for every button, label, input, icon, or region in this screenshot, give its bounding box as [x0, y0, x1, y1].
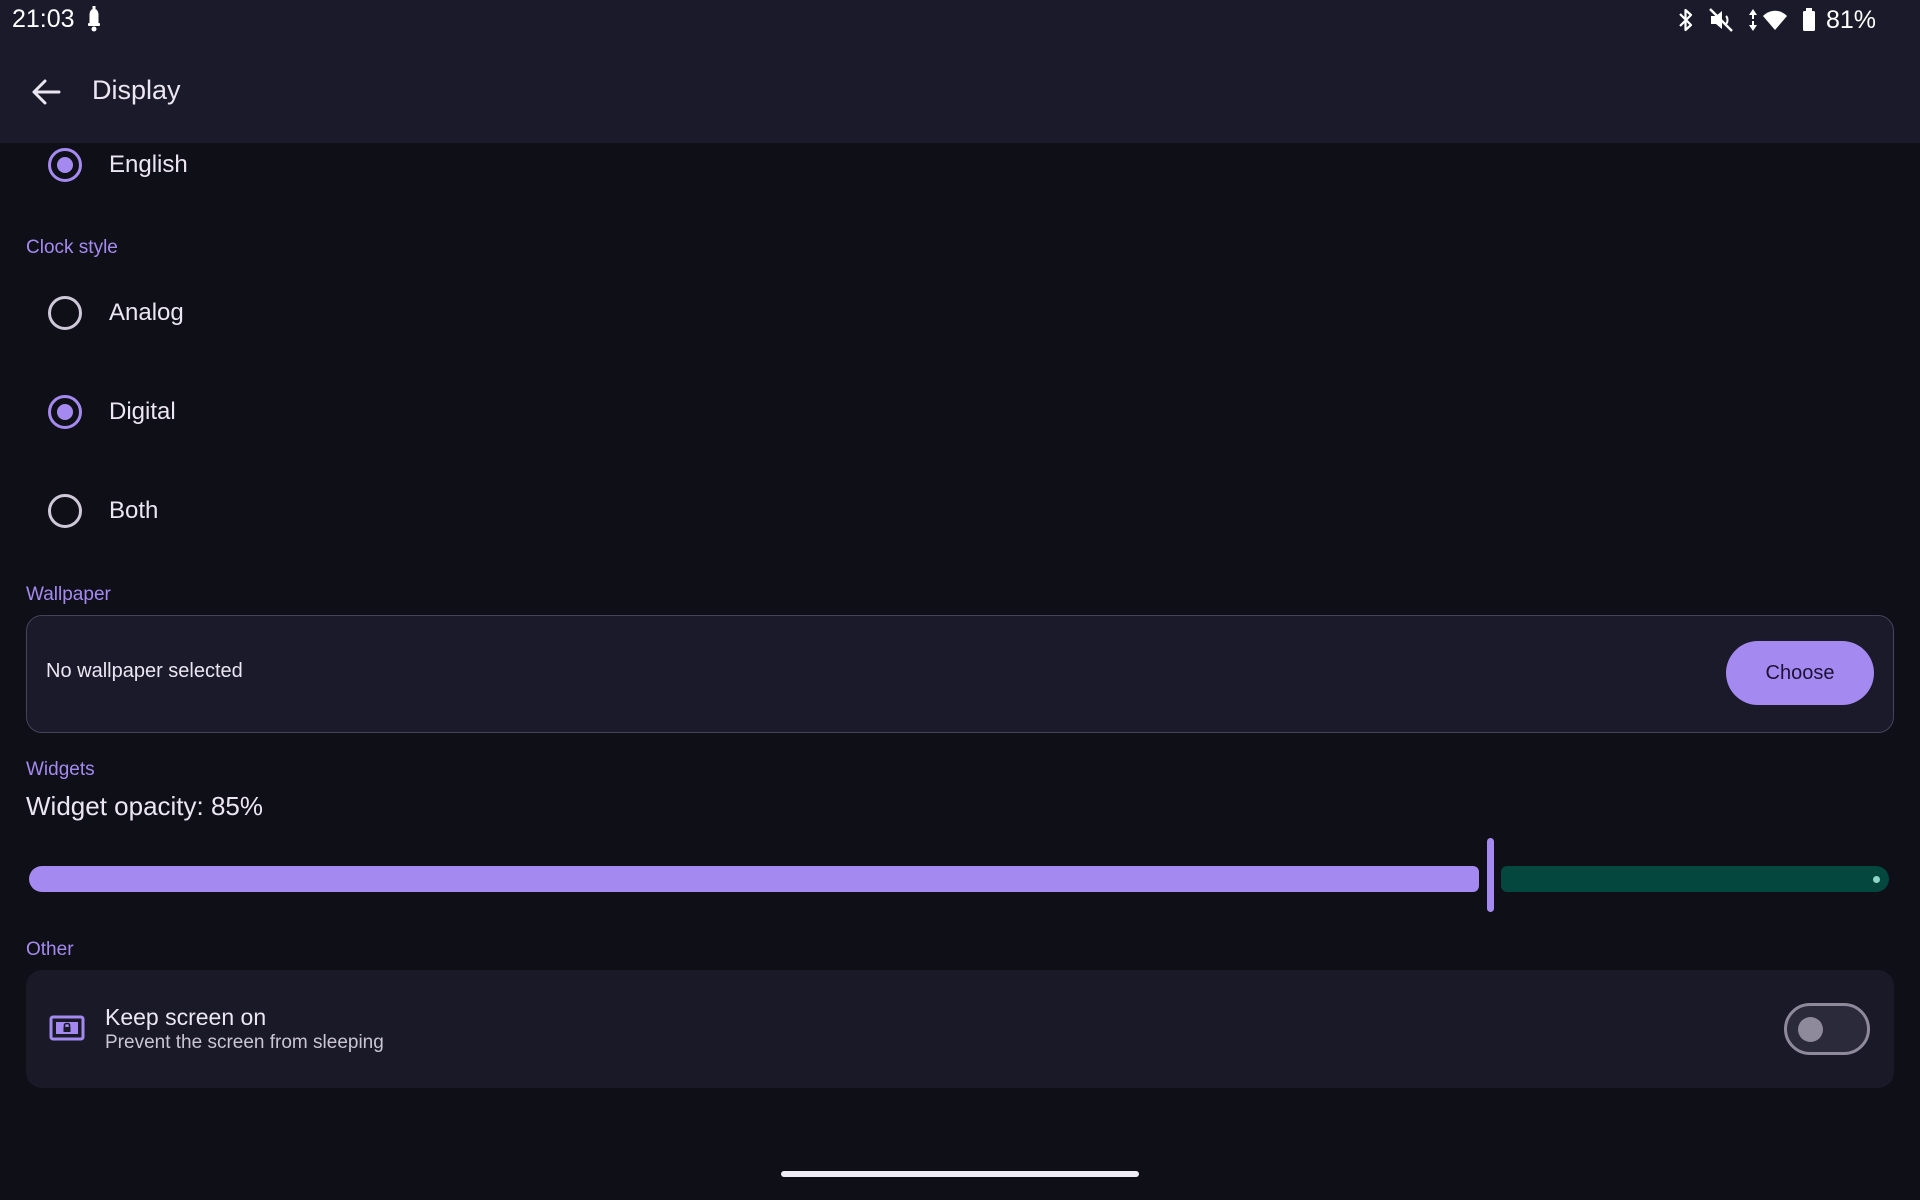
arrow-back-icon — [32, 79, 61, 105]
radio-label: English — [109, 151, 188, 178]
back-button[interactable] — [18, 70, 74, 114]
mute-icon — [1709, 8, 1733, 32]
radio-label: Both — [109, 497, 159, 524]
wallpaper-card: No wallpaper selected Choose — [26, 615, 1894, 733]
slider-inactive-track — [1501, 866, 1889, 892]
section-header-widgets: Widgets — [26, 759, 95, 780]
clock-option-both[interactable]: Both — [26, 476, 1896, 546]
status-time: 21:03 — [12, 5, 75, 33]
settings-content: English Clock style Analog Digital Both … — [0, 143, 1920, 1200]
wallpaper-status: No wallpaper selected — [46, 660, 243, 682]
keep-screen-on-card[interactable]: Keep screen on Prevent the screen from s… — [26, 970, 1894, 1088]
battery-percent: 81% — [1825, 5, 1876, 34]
section-header-wallpaper: Wallpaper — [26, 584, 111, 605]
top-bar: 21:03 81% Display — [0, 0, 1920, 143]
section-header-other: Other — [26, 939, 74, 960]
radio-button[interactable] — [26, 476, 104, 546]
app-bar: Display — [0, 40, 1920, 143]
status-bar: 21:03 81% — [0, 0, 1920, 40]
keep-screen-on-toggle[interactable] — [1784, 1003, 1870, 1055]
widget-opacity-label: Widget opacity: 85% — [26, 791, 264, 821]
radio-label: Analog — [109, 299, 184, 326]
slider-active-track — [29, 866, 1479, 892]
keep-screen-on-subtitle: Prevent the screen from sleeping — [105, 1032, 384, 1053]
section-header-clock-style: Clock style — [26, 237, 118, 258]
clock-option-analog[interactable]: Analog — [26, 278, 1896, 348]
radio-label: Digital — [109, 398, 176, 425]
keep-screen-on-title: Keep screen on — [105, 1004, 267, 1030]
language-option-english[interactable]: English — [26, 130, 1896, 200]
radio-button[interactable] — [26, 377, 104, 447]
notification-icon — [88, 6, 100, 32]
slider-stop-indicator — [1873, 876, 1880, 883]
radio-button[interactable] — [26, 130, 104, 200]
page-title: Display — [92, 75, 181, 105]
status-icons: 81% — [1678, 4, 1876, 36]
battery-icon — [1802, 8, 1815, 31]
screen-lock-icon — [49, 1015, 85, 1041]
bluetooth-icon — [1679, 8, 1693, 32]
radio-button[interactable] — [26, 278, 104, 348]
widget-opacity-slider[interactable] — [26, 838, 1892, 922]
choose-wallpaper-button[interactable]: Choose — [1726, 641, 1874, 705]
slider-thumb[interactable] — [1487, 838, 1494, 912]
gesture-navigation-handle[interactable] — [781, 1171, 1139, 1177]
clock-option-digital[interactable]: Digital — [26, 377, 1896, 447]
data-arrows-icon — [1748, 9, 1757, 31]
toggle-knob — [1798, 1017, 1823, 1042]
wifi-icon — [1762, 10, 1787, 30]
